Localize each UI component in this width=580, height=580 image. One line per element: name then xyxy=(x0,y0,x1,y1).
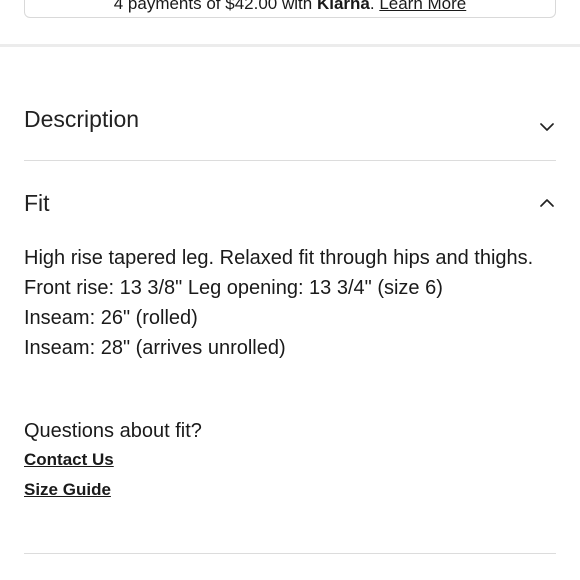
chevron-down-icon[interactable] xyxy=(538,118,556,136)
description-accordion-header[interactable]: Description xyxy=(24,102,556,136)
size-guide-link[interactable]: Size Guide xyxy=(24,480,111,500)
fit-accordion-header[interactable]: Fit xyxy=(24,186,556,220)
contact-us-link[interactable]: Contact Us xyxy=(24,450,114,470)
fit-measurement-line: Front rise: 13 3/8" Leg opening: 13 3/4"… xyxy=(24,277,443,299)
klarna-learn-more-link[interactable]: Learn More xyxy=(379,0,466,13)
accordion-divider xyxy=(24,160,556,161)
fit-questions-text: Questions about fit? xyxy=(24,420,202,442)
fit-measurement-line: Inseam: 26" (rolled) xyxy=(24,307,198,329)
section-divider xyxy=(0,44,580,47)
klarna-payment-banner: 4 payments of $42.00 with Klarna. Learn … xyxy=(24,0,556,18)
fit-description-line: High rise tapered leg. Relaxed fit throu… xyxy=(24,247,534,269)
fit-title: Fit xyxy=(24,189,50,216)
description-title: Description xyxy=(24,105,140,132)
fit-measurement-line: Inseam: 28" (arrives unrolled) xyxy=(24,337,286,359)
klarna-payment-text: 4 payments of $42.00 with xyxy=(113,0,313,13)
klarna-logo: Klarna xyxy=(316,0,370,13)
fit-details: High rise tapered leg. Relaxed fit throu… xyxy=(24,243,556,363)
accordion-divider xyxy=(24,553,556,554)
chevron-up-icon[interactable] xyxy=(538,194,556,212)
